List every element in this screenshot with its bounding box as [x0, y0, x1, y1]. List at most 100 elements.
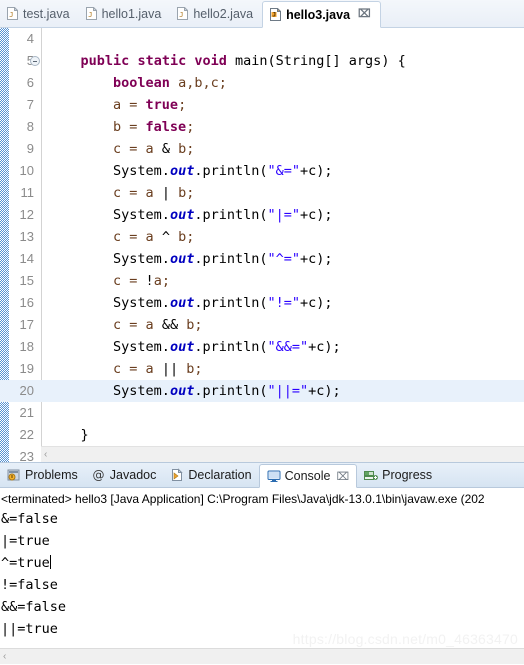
view-tab-javadoc[interactable]: @ Javadoc: [85, 463, 164, 487]
code-text: b = false;: [113, 119, 195, 135]
code-text: }: [80, 427, 89, 443]
code-line[interactable]: 4: [0, 28, 524, 50]
code-text: c = !a;: [113, 273, 170, 289]
console-output-line: |=true: [0, 530, 524, 552]
view-tab-console[interactable]: Console ⌧: [258, 464, 358, 488]
code-line[interactable]: 5 public static void main(String[] args)…: [0, 50, 524, 72]
editor-tab-label: hello2.java: [193, 6, 254, 21]
editor-tab-hello2-java[interactable]: Jhello2.java: [170, 0, 262, 27]
code-line[interactable]: 10 System.out.println("&="+c);: [0, 160, 524, 182]
code-line[interactable]: 17 c = a && b;: [0, 314, 524, 336]
code-text: public static void main(String[] args) {: [80, 53, 406, 69]
svg-text:J: J: [272, 12, 276, 19]
line-number: 6: [26, 75, 34, 90]
code-line[interactable]: 7 a = true;: [0, 94, 524, 116]
editor-tab-close-icon[interactable]: ⌧: [358, 9, 371, 20]
code-text: System.out.println("|="+c);: [113, 207, 333, 223]
line-number: 20: [19, 383, 34, 398]
code-line[interactable]: 13 c = a ^ b;: [0, 226, 524, 248]
svg-text:@: @: [92, 468, 104, 482]
code-line[interactable]: 20 System.out.println("||="+c);: [0, 380, 524, 402]
code-line[interactable]: 19 c = a || b;: [0, 358, 524, 380]
java-file-icon: J: [85, 7, 97, 20]
svg-text:J: J: [180, 11, 184, 19]
code-text: System.out.println("&="+c);: [113, 163, 333, 179]
code-line[interactable]: 14 System.out.println("^="+c);: [0, 248, 524, 270]
declaration-icon: [170, 468, 184, 482]
line-number: 21: [19, 405, 34, 420]
line-number: 15: [19, 273, 34, 288]
editor-tab-hello1-java[interactable]: Jhello1.java: [79, 0, 171, 27]
code-text: c = a || b;: [113, 361, 203, 377]
code-editor[interactable]: 4 5 public static void main(String[] args…: [0, 28, 524, 462]
editor-tab-test-java[interactable]: Jtest.java: [0, 0, 79, 27]
code-line[interactable]: 11 c = a | b;: [0, 182, 524, 204]
line-number: 5: [0, 50, 34, 72]
code-text: a = true;: [113, 97, 187, 113]
code-line[interactable]: 8 b = false;: [0, 116, 524, 138]
code-line[interactable]: 6 boolean a,b,c;: [0, 72, 524, 94]
code-line[interactable]: 21: [0, 402, 524, 424]
code-text: System.out.println("!="+c);: [113, 295, 333, 311]
code-text: c = a ^ b;: [113, 229, 195, 245]
problems-icon: [7, 468, 21, 482]
console-output-line: ||=true: [0, 618, 524, 640]
console-output-line: !=false: [0, 574, 524, 596]
editor-tab-label: test.java: [23, 6, 70, 21]
code-fold-collapse-icon[interactable]: [30, 56, 40, 66]
line-number: 9: [26, 141, 34, 156]
view-tab-label: Problems: [25, 468, 78, 482]
console-output-text: &=false: [1, 511, 58, 527]
code-text: boolean a,b,c;: [113, 75, 227, 91]
line-number: 23: [19, 449, 34, 462]
line-number: 22: [19, 427, 34, 442]
code-line[interactable]: 12 System.out.println("|="+c);: [0, 204, 524, 226]
console-output-line: ^=true: [0, 552, 524, 574]
code-line[interactable]: 15 c = !a;: [0, 270, 524, 292]
editor-tab-hello3-java[interactable]: Jhello3.java ⌧: [262, 1, 381, 28]
view-tab-label: Declaration: [188, 468, 252, 482]
scroll-left-arrow-icon[interactable]: ‹: [44, 449, 47, 460]
svg-text:J: J: [9, 11, 13, 19]
view-tab-problems[interactable]: Problems: [0, 463, 85, 487]
line-number: 8: [26, 119, 34, 134]
view-tab-progress[interactable]: Progress: [357, 463, 439, 487]
console-output-text: |=true: [1, 533, 50, 549]
console-output-line: &=false: [0, 508, 524, 530]
console-scroll-left-arrow-icon[interactable]: ‹: [3, 651, 6, 662]
line-number: 4: [26, 31, 34, 46]
console-view[interactable]: <terminated> hello3 [Java Application] C…: [0, 488, 524, 664]
editor-tab-label: hello3.java: [286, 7, 351, 22]
console-output-text: !=false: [1, 577, 58, 593]
line-number: 11: [20, 185, 35, 200]
console-output-text: &&=false: [1, 599, 67, 615]
code-line[interactable]: 16 System.out.println("!="+c);: [0, 292, 524, 314]
console-status-line: <terminated> hello3 [Java Application] C…: [1, 492, 485, 506]
view-tab-label: Console: [284, 469, 331, 483]
code-text: System.out.println("&&="+c);: [113, 339, 341, 355]
view-tab-label: Javadoc: [109, 468, 157, 482]
line-number: 18: [19, 339, 34, 354]
view-tab-close-icon[interactable]: ⌧: [336, 470, 349, 483]
svg-text:J: J: [88, 11, 92, 19]
line-number: 17: [19, 317, 34, 332]
java-file-icon: J: [177, 7, 189, 20]
view-tab-declaration[interactable]: Declaration: [163, 463, 258, 487]
code-line[interactable]: 18 System.out.println("&&="+c);: [0, 336, 524, 358]
line-number: 12: [19, 207, 34, 222]
editor-tab-label: hello1.java: [101, 6, 162, 21]
console-output-text: ||=true: [1, 621, 58, 637]
line-number: 7: [26, 97, 34, 112]
progress-icon: [364, 468, 379, 482]
console-output-text: ^=true: [1, 555, 50, 571]
line-number: 16: [19, 295, 34, 310]
javadoc-icon: @: [92, 468, 106, 482]
editor-horizontal-scrollbar[interactable]: ‹: [41, 446, 524, 462]
console-horizontal-scrollbar[interactable]: ‹: [0, 648, 524, 664]
java-file-icon: J: [7, 7, 18, 20]
code-line[interactable]: 22 }: [0, 424, 524, 446]
code-text: System.out.println("^="+c);: [113, 251, 333, 267]
editor-tab-bar: Jtest.java Jhello1.java Jhello2.java Jhello…: [0, 0, 524, 28]
code-line[interactable]: 9 c = a & b;: [0, 138, 524, 160]
code-text: System.out.println("||="+c);: [113, 383, 341, 399]
